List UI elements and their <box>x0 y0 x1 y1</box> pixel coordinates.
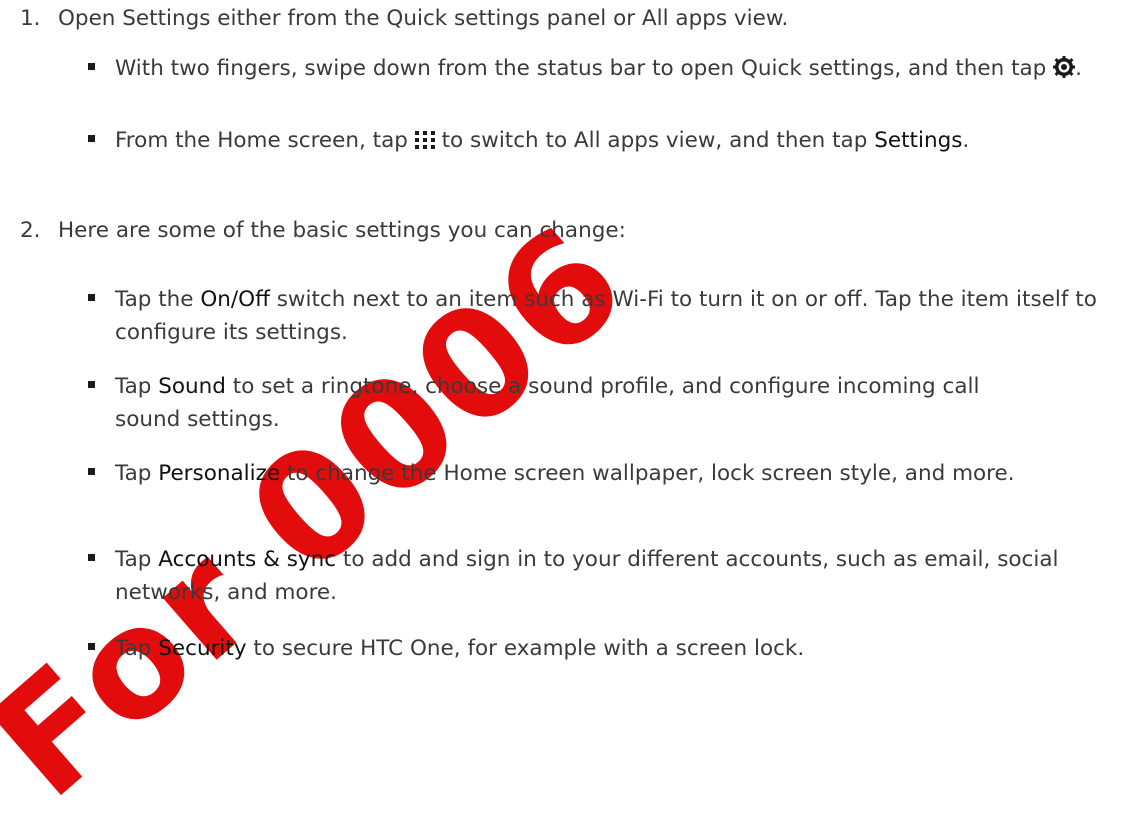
step-number: 1. <box>20 6 41 31</box>
bullet-marker <box>88 554 95 561</box>
term-accounts-sync: Accounts & sync <box>158 547 337 572</box>
bullet-text: to set a ringtone, choose a sound profil… <box>115 374 980 432</box>
gear-icon <box>1053 55 1076 78</box>
bullet-text: Tap the <box>115 287 194 312</box>
bullet-text: to change the Home screen wallpaper, loc… <box>286 461 1015 486</box>
bullet-text: From the Home screen, tap <box>115 128 408 153</box>
bullet-text: Tap <box>115 547 152 572</box>
bullet-text: Tap <box>115 374 152 399</box>
bullet-marker <box>88 135 95 142</box>
bullet-text-tail: . <box>1075 56 1083 81</box>
bullet-text: to secure HTC One, for example with a sc… <box>253 636 805 661</box>
bullet-text: Tap <box>115 461 152 486</box>
step-text: Open Settings either from the Quick sett… <box>58 6 789 31</box>
term-security: Security <box>158 636 247 661</box>
bullet-marker <box>88 643 95 650</box>
bullet-text-tail: . <box>962 128 970 153</box>
bullet-text: With two fingers, swipe down from the st… <box>115 56 1047 81</box>
bullet-text: Tap <box>115 636 152 661</box>
bullet-marker <box>88 468 95 475</box>
apps-grid-icon <box>414 126 435 149</box>
bullet-marker <box>88 294 95 301</box>
step-number: 2. <box>20 218 41 243</box>
term-settings: Settings <box>874 128 963 153</box>
term-sound: Sound <box>158 374 226 399</box>
term-personalize: Personalize <box>158 461 281 486</box>
bullet-text: to switch to All apps view, and then tap <box>441 128 868 153</box>
step-text: Here are some of the basic settings you … <box>58 218 626 243</box>
bullet-marker <box>88 63 95 70</box>
bullet-marker <box>88 381 95 388</box>
term-on-off: On/Off <box>200 287 270 312</box>
